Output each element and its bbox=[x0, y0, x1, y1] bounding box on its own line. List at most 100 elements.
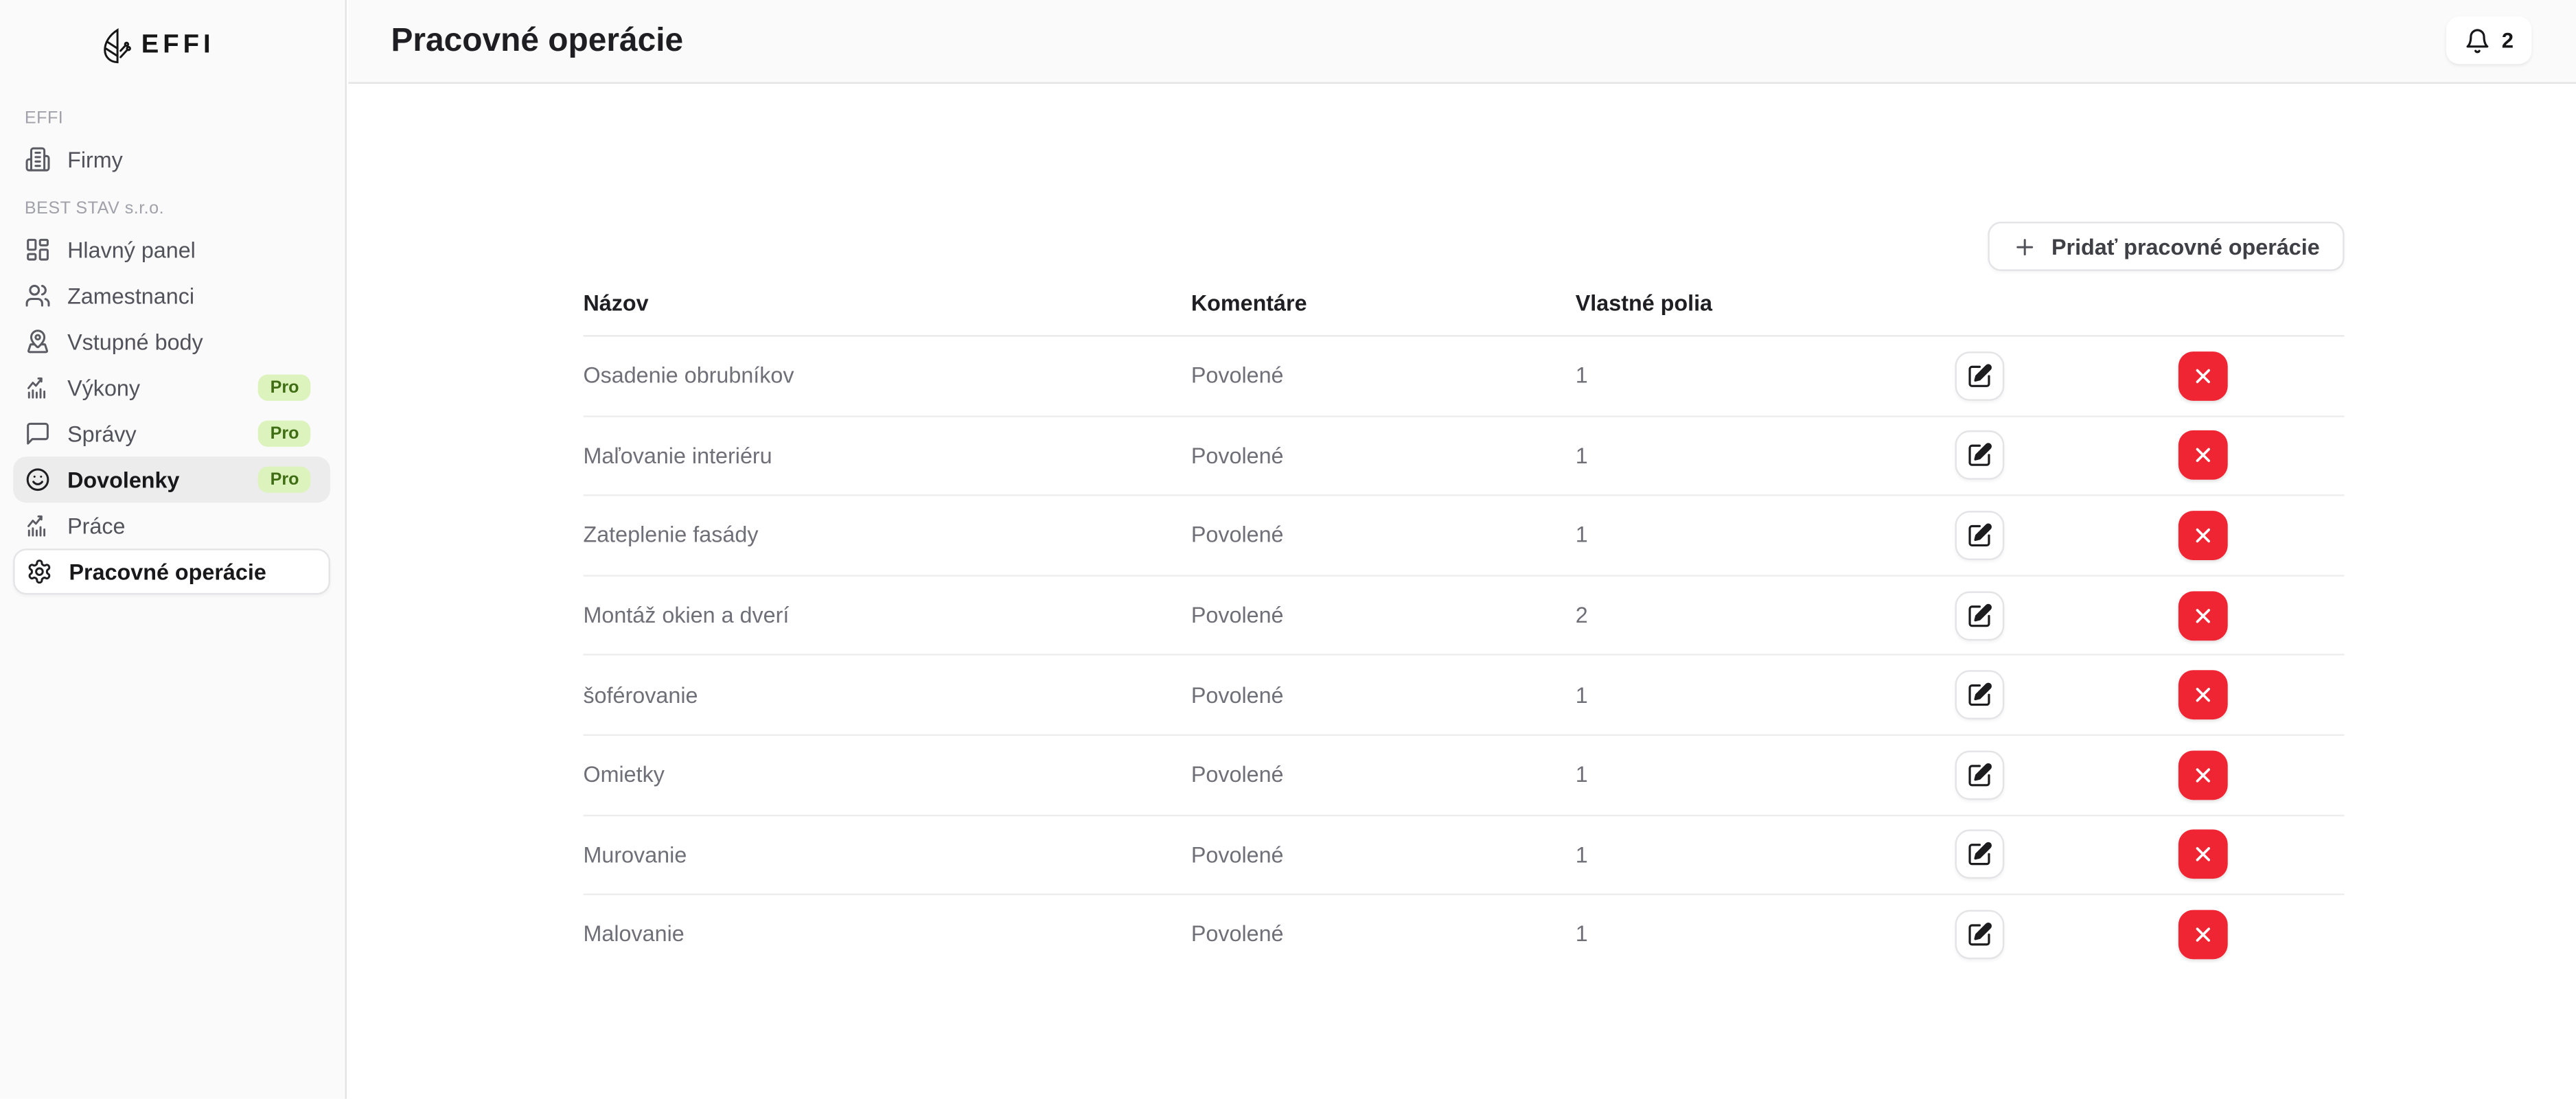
delete-row-button[interactable] bbox=[2178, 671, 2228, 720]
sidebar-item-label: Pracovné operácie bbox=[69, 559, 266, 584]
delete-row-button[interactable] bbox=[2178, 910, 2228, 960]
edit-pencil-icon bbox=[1966, 921, 1992, 947]
edit-row-button[interactable] bbox=[1955, 511, 2005, 560]
x-icon bbox=[2192, 524, 2215, 547]
building-icon bbox=[25, 146, 51, 172]
sidebar-item-label: Výkony bbox=[67, 375, 140, 400]
x-icon bbox=[2192, 763, 2215, 787]
sidebar-item-dovolenky[interactable]: Dovolenky Pro bbox=[13, 456, 330, 502]
row-custom-fields: 1 bbox=[1576, 443, 1955, 468]
row-custom-fields: 1 bbox=[1576, 842, 1955, 867]
row-comments: Povolené bbox=[1191, 922, 1576, 947]
row-name: Maľovanie interiéru bbox=[583, 443, 1191, 468]
toolbar: Pridať pracovné operácie bbox=[583, 222, 2344, 271]
edit-pencil-icon bbox=[1966, 522, 1992, 548]
x-icon bbox=[2192, 444, 2215, 467]
sidebar-item-pracovne-operacie[interactable]: Pracovné operácie bbox=[13, 548, 330, 594]
row-comments: Povolené bbox=[1191, 523, 1576, 548]
table-header: Názov Komentáre Vlastné polia bbox=[583, 271, 2344, 337]
row-custom-fields: 2 bbox=[1576, 603, 1955, 627]
edit-pencil-icon bbox=[1966, 762, 1992, 788]
add-operation-label: Pridať pracovné operácie bbox=[2051, 234, 2320, 259]
row-name: Omietky bbox=[583, 763, 1191, 787]
row-custom-fields: 1 bbox=[1576, 364, 1955, 389]
dashboard-icon bbox=[25, 237, 51, 263]
sidebar-item-label: Práce bbox=[67, 513, 125, 538]
sidebar-item-firmy[interactable]: Firmy bbox=[13, 137, 330, 183]
main-content: Pridať pracovné operácie Názov Komentáre… bbox=[348, 85, 2576, 1098]
edit-pencil-icon bbox=[1966, 682, 1992, 708]
edit-row-button[interactable] bbox=[1955, 830, 2005, 879]
edit-pencil-icon bbox=[1966, 443, 1992, 469]
pro-badge: Pro bbox=[259, 375, 310, 400]
leaf-logo-icon bbox=[102, 25, 133, 67]
table-row: Montáž okien a dverí Povolené 2 bbox=[583, 576, 2344, 656]
add-operation-button[interactable]: Pridať pracovné operácie bbox=[1988, 222, 2345, 271]
table-row: šoférovanie Povolené 1 bbox=[583, 656, 2344, 736]
logo-wordmark: EFFI bbox=[141, 31, 215, 60]
smiley-icon bbox=[25, 467, 51, 493]
chart-icon bbox=[25, 513, 51, 539]
sidebar-item-label: Správy bbox=[67, 421, 137, 446]
pro-badge: Pro bbox=[259, 421, 310, 446]
sidebar-item-spravy[interactable]: Správy Pro bbox=[13, 410, 330, 456]
edit-pencil-icon bbox=[1966, 602, 1992, 628]
row-name: Osadenie obrubníkov bbox=[583, 364, 1191, 389]
sidebar-item-zamestnanci[interactable]: Zamestnanci bbox=[13, 273, 330, 319]
edit-row-button[interactable] bbox=[1955, 590, 2005, 640]
sidebar-item-label: Dovolenky bbox=[67, 467, 179, 492]
chart-icon bbox=[25, 375, 51, 401]
sidebar-item-vstupne-body[interactable]: Vstupné body bbox=[13, 319, 330, 365]
edit-row-button[interactable] bbox=[1955, 910, 2005, 960]
edit-row-button[interactable] bbox=[1955, 351, 2005, 401]
column-header-komentare: Komentáre bbox=[1191, 291, 1576, 316]
plus-icon bbox=[2012, 234, 2037, 259]
pro-badge: Pro bbox=[259, 467, 310, 492]
sidebar-item-label: Zamestnanci bbox=[67, 284, 194, 308]
delete-row-button[interactable] bbox=[2178, 351, 2228, 401]
delete-row-button[interactable] bbox=[2178, 750, 2228, 800]
row-custom-fields: 1 bbox=[1576, 683, 1955, 708]
sidebar: EFFI EFFI Firmy BEST STAV s.r.o. bbox=[0, 0, 347, 1099]
sidebar-item-label: Hlavný panel bbox=[67, 238, 196, 262]
x-icon bbox=[2192, 604, 2215, 627]
sidebar-section-company: BEST STAV s.r.o. bbox=[25, 199, 321, 219]
row-comments: Povolené bbox=[1191, 683, 1576, 708]
edit-pencil-icon bbox=[1966, 362, 1992, 389]
column-header-vlastne-polia: Vlastné polia bbox=[1576, 291, 1955, 316]
sidebar-item-prace[interactable]: Práce bbox=[13, 502, 330, 548]
delete-row-button[interactable] bbox=[2178, 511, 2228, 560]
row-name: Murovanie bbox=[583, 842, 1191, 867]
edit-pencil-icon bbox=[1966, 842, 1992, 868]
gear-icon bbox=[26, 559, 52, 585]
notification-count: 2 bbox=[2502, 28, 2514, 53]
app-logo: EFFI bbox=[0, 0, 345, 92]
row-comments: Povolené bbox=[1191, 763, 1576, 787]
notifications-button[interactable]: 2 bbox=[2446, 16, 2531, 64]
row-custom-fields: 1 bbox=[1576, 763, 1955, 787]
sidebar-item-vykony[interactable]: Výkony Pro bbox=[13, 365, 330, 410]
edit-row-button[interactable] bbox=[1955, 431, 2005, 481]
column-header-nazov: Názov bbox=[583, 291, 1191, 316]
row-comments: Povolené bbox=[1191, 842, 1576, 867]
delete-row-button[interactable] bbox=[2178, 830, 2228, 879]
table-row: Maľovanie interiéru Povolené 1 bbox=[583, 417, 2344, 496]
app-window: EFFI EFFI Firmy BEST STAV s.r.o. bbox=[0, 0, 2576, 1099]
x-icon bbox=[2192, 923, 2215, 947]
sidebar-item-label: Firmy bbox=[67, 147, 123, 172]
row-custom-fields: 1 bbox=[1576, 922, 1955, 947]
row-name: Montáž okien a dverí bbox=[583, 603, 1191, 627]
delete-row-button[interactable] bbox=[2178, 590, 2228, 640]
row-name: Malovanie bbox=[583, 922, 1191, 947]
delete-row-button[interactable] bbox=[2178, 431, 2228, 481]
table-row: Osadenie obrubníkov Povolené 1 bbox=[583, 337, 2344, 417]
edit-row-button[interactable] bbox=[1955, 671, 2005, 720]
row-comments: Povolené bbox=[1191, 364, 1576, 389]
edit-row-button[interactable] bbox=[1955, 750, 2005, 800]
sidebar-item-hlavny-panel[interactable]: Hlavný panel bbox=[13, 227, 330, 273]
table-row: Murovanie Povolené 1 bbox=[583, 815, 2344, 895]
table-row: Omietky Povolené 1 bbox=[583, 736, 2344, 815]
row-comments: Povolené bbox=[1191, 443, 1576, 468]
users-icon bbox=[25, 283, 51, 309]
x-icon bbox=[2192, 684, 2215, 707]
